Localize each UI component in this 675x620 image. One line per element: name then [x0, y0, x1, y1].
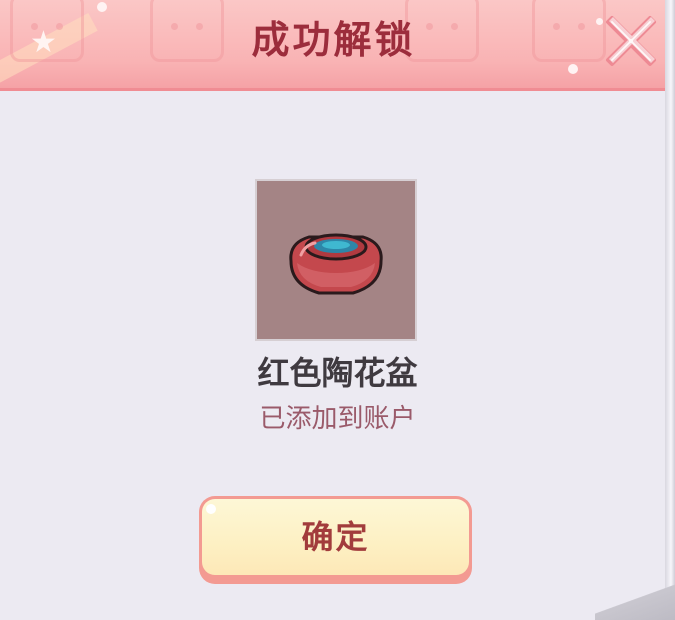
item-name: 红色陶花盆: [257, 354, 418, 392]
red-clay-flowerpot-icon: [289, 233, 383, 295]
page-corner-fold: [595, 584, 675, 620]
close-x-icon: [606, 16, 656, 66]
button-sparkle-dot: [206, 504, 216, 514]
dialog-title: 成功解锁: [251, 18, 416, 62]
close-button[interactable]: [600, 8, 662, 70]
confirm-button[interactable]: 确定: [199, 496, 472, 584]
sparkle-dot: [97, 2, 107, 12]
confirm-button-label: 确定: [301, 518, 370, 556]
unlock-success-dialog: ★ 成功解锁 红色陶花盆 已添加到账户 确定: [0, 0, 675, 620]
item-icon-frame: [255, 179, 417, 341]
page-edge-decoration: [665, 0, 675, 620]
dialog-header: ★ 成功解锁: [0, 0, 667, 91]
item-status-text: 已添加到账户: [259, 404, 416, 434]
